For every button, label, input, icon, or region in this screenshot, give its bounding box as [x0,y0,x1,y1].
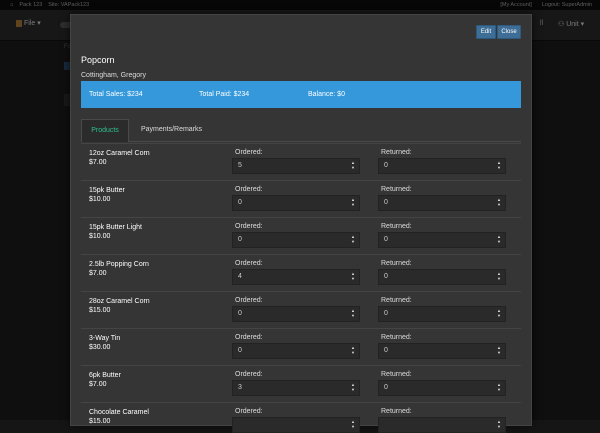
total-paid: Total Paid: $234 [199,91,250,98]
ordered-value: 0 [238,347,242,354]
returned-input[interactable]: 0 ▲ ▼ [378,306,506,322]
table-row: 2.5lb Popping Corn $7.00 Ordered: 4 ▲ ▼ Re… [81,254,521,292]
ordered-value: 5 [238,162,242,169]
balance: Balance: $0 [308,91,345,98]
ordered-value: 0 [238,199,242,206]
spinner-icon[interactable]: ▲ ▼ [496,160,502,172]
spinner-icon[interactable]: ▲ ▼ [496,197,502,209]
product-price: $10.00 [89,233,111,240]
product-name: 6pk Butter [89,372,121,379]
tab-bar: Products Payments/Remarks [81,119,521,142]
spinner-icon[interactable]: ▲ ▼ [350,234,356,246]
returned-input[interactable]: 0 ▲ ▼ [378,232,506,248]
spinner-icon[interactable]: ▲ ▼ [496,382,502,394]
product-price: $30.00 [89,344,111,351]
returned-input[interactable]: 0 ▲ ▼ [378,195,506,211]
returned-label: Returned: [381,334,412,341]
ordered-label: Ordered: [235,297,263,304]
ordered-value: 0 [238,310,242,317]
returned-label: Returned: [381,186,412,193]
spinner-icon[interactable]: ▲ ▼ [350,308,356,320]
ordered-input[interactable]: 5 ▲ ▼ [232,158,360,174]
total-sales: Total Sales: $234 [89,91,143,98]
spinner-icon[interactable]: ▲ ▼ [496,271,502,283]
ordered-label: Ordered: [235,186,263,193]
spinner-icon[interactable]: ▲ ▼ [496,345,502,357]
returned-input[interactable]: 0 ▲ ▼ [378,269,506,285]
returned-value: 0 [384,384,388,391]
ordered-input[interactable]: 3 ▲ ▼ [232,380,360,396]
ordered-label: Ordered: [235,408,263,415]
returned-value: 0 [384,236,388,243]
returned-input[interactable]: 0 ▲ ▼ [378,343,506,359]
table-row: 3-Way Tin $30.00 Ordered: 0 ▲ ▼ Returned: … [81,328,521,366]
product-price: $15.00 [89,307,111,314]
table-row: 6pk Butter $7.00 Ordered: 3 ▲ ▼ Returned: … [81,365,521,403]
ordered-input[interactable]: 0 ▲ ▼ [232,232,360,248]
modal-title: Popcorn [81,55,115,65]
ordered-value: 0 [238,236,242,243]
returned-value: 0 [384,273,388,280]
ordered-input[interactable]: 0 ▲ ▼ [232,343,360,359]
ordered-input[interactable]: ▲ ▼ [232,417,360,433]
product-price: $7.00 [89,270,107,277]
spinner-icon[interactable]: ▲ ▼ [350,271,356,283]
tab-payments-remarks[interactable]: Payments/Remarks [129,119,214,141]
ordered-input[interactable]: 4 ▲ ▼ [232,269,360,285]
product-name: 3-Way Tin [89,335,121,342]
returned-input[interactable]: 0 ▲ ▼ [378,380,506,396]
tab-products[interactable]: Products [81,119,129,142]
spinner-icon[interactable]: ▲ ▼ [350,197,356,209]
ordered-label: Ordered: [235,223,263,230]
spinner-icon[interactable]: ▲ ▼ [496,308,502,320]
table-row: 28oz Caramel Corn $15.00 Ordered: 0 ▲ ▼ Re… [81,291,521,329]
returned-label: Returned: [381,408,412,415]
order-modal: Edit Close Popcorn Cottingham, Gregory T… [70,14,532,433]
returned-label: Returned: [381,223,412,230]
spinner-icon[interactable]: ▲ ▼ [496,234,502,246]
returned-input[interactable]: ▲ ▼ [378,417,506,433]
table-row: 15pk Butter $10.00 Ordered: 0 ▲ ▼ Returned… [81,180,521,218]
products-table: 12oz Caramel Corn $7.00 Ordered: 5 ▲ ▼ Ret… [81,143,521,433]
ordered-input[interactable]: 0 ▲ ▼ [232,195,360,211]
summary-bar: Total Sales: $234 Total Paid: $234 Balan… [81,81,521,108]
table-row: Chocolate Caramel $15.00 Ordered: ▲ ▼ Ret… [81,402,521,433]
ordered-input[interactable]: 0 ▲ ▼ [232,306,360,322]
ordered-label: Ordered: [235,371,263,378]
table-row: 15pk Butter Light $10.00 Ordered: 0 ▲ ▼ Re… [81,217,521,255]
spinner-icon[interactable]: ▲ ▼ [350,382,356,394]
product-price: $10.00 [89,196,111,203]
returned-value: 0 [384,347,388,354]
spinner-icon[interactable]: ▲ ▼ [496,419,502,431]
product-price: $7.00 [89,381,107,388]
close-button[interactable]: Close [497,25,521,39]
returned-label: Returned: [381,149,412,156]
product-price: $7.00 [89,159,107,166]
returned-value: 0 [384,310,388,317]
returned-value: 0 [384,162,388,169]
spinner-icon[interactable]: ▲ ▼ [350,160,356,172]
spinner-icon[interactable]: ▲ ▼ [350,419,356,431]
returned-value: 0 [384,199,388,206]
product-name: 12oz Caramel Corn [89,150,150,157]
ordered-value: 4 [238,273,242,280]
returned-label: Returned: [381,260,412,267]
table-row: 12oz Caramel Corn $7.00 Ordered: 5 ▲ ▼ Ret… [81,143,521,181]
returned-input[interactable]: 0 ▲ ▼ [378,158,506,174]
returned-label: Returned: [381,371,412,378]
ordered-value: 3 [238,384,242,391]
product-name: 15pk Butter Light [89,224,142,231]
ordered-label: Ordered: [235,260,263,267]
product-name: 2.5lb Popping Corn [89,261,149,268]
product-name: 28oz Caramel Corn [89,298,150,305]
customer-name: Cottingham, Gregory [81,72,146,79]
returned-label: Returned: [381,297,412,304]
product-name: Chocolate Caramel [89,409,149,416]
spinner-icon[interactable]: ▲ ▼ [350,345,356,357]
ordered-label: Ordered: [235,334,263,341]
product-price: $15.00 [89,418,111,425]
ordered-label: Ordered: [235,149,263,156]
product-name: 15pk Butter [89,187,125,194]
edit-button[interactable]: Edit [476,25,496,39]
